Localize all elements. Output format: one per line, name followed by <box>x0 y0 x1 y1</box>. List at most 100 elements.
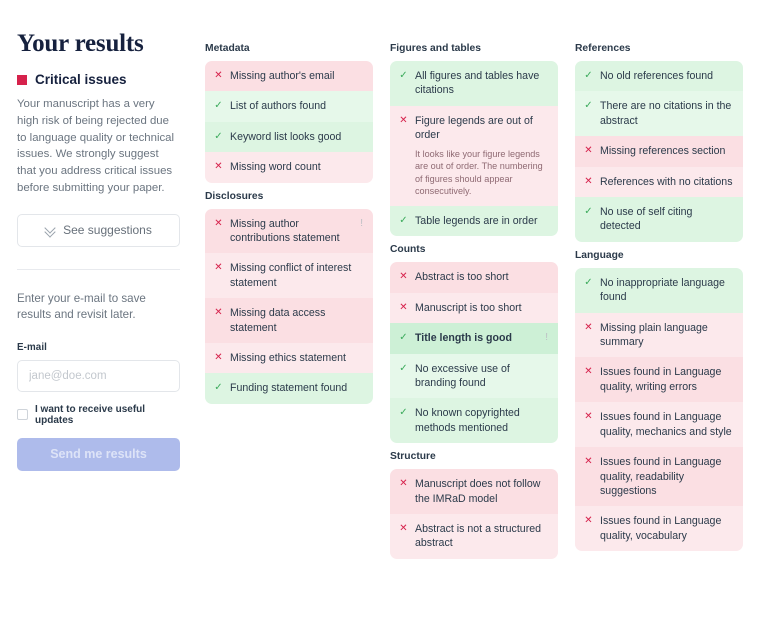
updates-checkbox-row[interactable]: I want to receive useful updates <box>17 404 182 426</box>
result-item[interactable]: ✓ No use of self citing detected <box>575 197 743 242</box>
result-item-body: No inappropriate language found <box>600 276 733 305</box>
cross-icon: ✕ <box>584 455 593 468</box>
result-item-text: Abstract is not a structured abstract <box>415 522 548 551</box>
exclamation-icon[interactable]: ! <box>541 331 548 344</box>
check-icon: ✓ <box>584 69 593 82</box>
result-item-body: Title length is good <box>415 331 534 345</box>
result-item[interactable]: ✕Issues found in Language quality, mecha… <box>575 402 743 447</box>
result-item-body: Missing data access statement <box>230 306 363 335</box>
check-icon: ✓ <box>214 99 223 112</box>
result-group: Disclosures✕Missing author contributions… <box>205 191 373 404</box>
result-item[interactable]: ✕ Missing ethics statement <box>205 343 373 373</box>
result-item[interactable]: ✕ Missing conflict of interest statement <box>205 253 373 298</box>
result-item-body: Missing conflict of interest statement <box>230 261 363 290</box>
sidebar-divider <box>17 269 180 270</box>
result-item-text: Manuscript is too short <box>415 301 548 315</box>
result-item-text: There are no citations in the abstract <box>600 99 733 128</box>
result-item-body: Abstract is not a structured abstract <box>415 522 548 551</box>
result-item-text: No known copyrighted methods mentioned <box>415 406 548 435</box>
result-item[interactable]: ✕ Issues found in Language quality, reada… <box>575 447 743 506</box>
result-item-body: List of authors found <box>230 99 363 113</box>
check-icon: ✓ <box>399 362 408 375</box>
cross-icon: ✕ <box>399 270 408 283</box>
result-item[interactable]: ✕ Manuscript is too short <box>390 293 558 323</box>
check-icon: ✓ <box>399 331 408 344</box>
result-item[interactable]: ✓Keyword list looks good <box>205 122 373 152</box>
result-item[interactable]: ✕Issues found in Language quality, writi… <box>575 357 743 402</box>
result-item[interactable]: ✕Issues found in Language quality, vocab… <box>575 506 743 551</box>
save-results-text: Enter your e-mail to save results and re… <box>17 291 180 324</box>
result-item-body: There are no citations in the abstract <box>600 99 733 128</box>
result-item[interactable]: ✓Funding statement found <box>205 373 373 403</box>
result-item-description: It looks like your figure legends are ou… <box>415 148 548 198</box>
result-item[interactable]: ✕Missing author contributions statement! <box>205 209 373 254</box>
result-item-text: No use of self citing detected <box>600 205 733 234</box>
exclamation-icon[interactable]: ! <box>356 217 363 230</box>
group-title: Disclosures <box>205 191 373 202</box>
result-item[interactable]: ✕Abstract is not a structured abstract <box>390 514 558 559</box>
result-item[interactable]: ✕ Missing word count <box>205 152 373 182</box>
check-icon: ✓ <box>584 276 593 289</box>
result-item[interactable]: ✕Missing references section <box>575 136 743 166</box>
cross-icon: ✕ <box>214 261 223 274</box>
result-item-text: No excessive use of branding found <box>415 362 548 391</box>
result-item[interactable]: ✕References with no citations <box>575 167 743 197</box>
result-item-body: Issues found in Language quality, readab… <box>600 455 733 498</box>
result-item-text: Missing ethics statement <box>230 351 363 365</box>
check-icon: ✓ <box>214 381 223 394</box>
group-item-list: ✕Manuscript does not follow the IMRaD mo… <box>390 469 558 559</box>
result-item-text: Missing author's email <box>230 69 363 83</box>
result-item[interactable]: ✓ No known copyrighted methods mentioned <box>390 398 558 443</box>
result-item-body: No old references found <box>600 69 733 83</box>
result-item[interactable]: ✕Missing plain language summary <box>575 313 743 358</box>
results-columns: Metadata✕Missing author's email✓List of … <box>205 38 765 567</box>
result-item[interactable]: ✓ No inappropriate language found <box>575 268 743 313</box>
result-item-body: Missing author's email <box>230 69 363 83</box>
result-item-body: Keyword list looks good <box>230 130 363 144</box>
result-item[interactable]: ✓ List of authors found <box>205 91 373 121</box>
result-item[interactable]: ✕ Missing data access statement <box>205 298 373 343</box>
result-item[interactable]: ✓ No old references found <box>575 61 743 91</box>
result-item[interactable]: ✕Missing author's email <box>205 61 373 91</box>
group-title: Language <box>575 250 743 261</box>
result-item[interactable]: ✓Table legends are in order <box>390 206 558 236</box>
result-item[interactable]: ✓ There are no citations in the abstract <box>575 91 743 136</box>
result-item-body: Missing references section <box>600 144 733 158</box>
see-suggestions-button[interactable]: See suggestions <box>17 214 180 247</box>
cross-icon: ✕ <box>214 160 223 173</box>
result-item-body: All figures and tables have citations <box>415 69 548 98</box>
result-item[interactable]: ✕Manuscript does not follow the IMRaD mo… <box>390 469 558 514</box>
group-item-list: ✓ No old references found ✓ There are no ci… <box>575 61 743 242</box>
updates-checkbox[interactable] <box>17 409 28 420</box>
result-item-body: Missing author contributions statement <box>230 217 349 246</box>
check-icon: ✓ <box>584 205 593 218</box>
cross-icon: ✕ <box>399 114 408 127</box>
result-item[interactable]: ✕Abstract is too short <box>390 262 558 292</box>
results-sidebar: Your results Critical issues Your manusc… <box>17 30 182 471</box>
result-item-body: Manuscript does not follow the IMRaD mod… <box>415 477 548 506</box>
result-item-body: Missing plain language summary <box>600 321 733 350</box>
cross-icon: ✕ <box>214 306 223 319</box>
result-item-text: Missing word count <box>230 160 363 174</box>
group-item-list: ✓All figures and tables have citations ✕ F… <box>390 61 558 236</box>
result-item[interactable]: ✓ Title length is good! <box>390 323 558 353</box>
cross-icon: ✕ <box>399 301 408 314</box>
email-input[interactable] <box>17 360 180 392</box>
result-item[interactable]: ✕ Figure legends are out of order It looks… <box>390 106 558 206</box>
cross-icon: ✕ <box>214 351 223 364</box>
result-item[interactable]: ✓ No excessive use of branding found <box>390 354 558 399</box>
result-item-text: No old references found <box>600 69 733 83</box>
check-icon: ✓ <box>399 406 408 419</box>
result-item-text: Figure legends are out of order <box>415 114 548 143</box>
email-field-label: E-mail <box>17 342 182 353</box>
group-title: Figures and tables <box>390 43 558 54</box>
send-me-results-button[interactable]: Send me results <box>17 438 180 471</box>
check-icon: ✓ <box>584 99 593 112</box>
result-item[interactable]: ✓All figures and tables have citations <box>390 61 558 106</box>
cross-icon: ✕ <box>584 514 593 527</box>
group-title: Structure <box>390 451 558 462</box>
results-page: Your results Critical issues Your manusc… <box>0 0 768 621</box>
group-item-list: ✕Missing author contributions statement!… <box>205 209 373 404</box>
result-item-text: Issues found in Language quality, writin… <box>600 365 733 394</box>
result-item-body: Figure legends are out of order It looks … <box>415 114 548 198</box>
